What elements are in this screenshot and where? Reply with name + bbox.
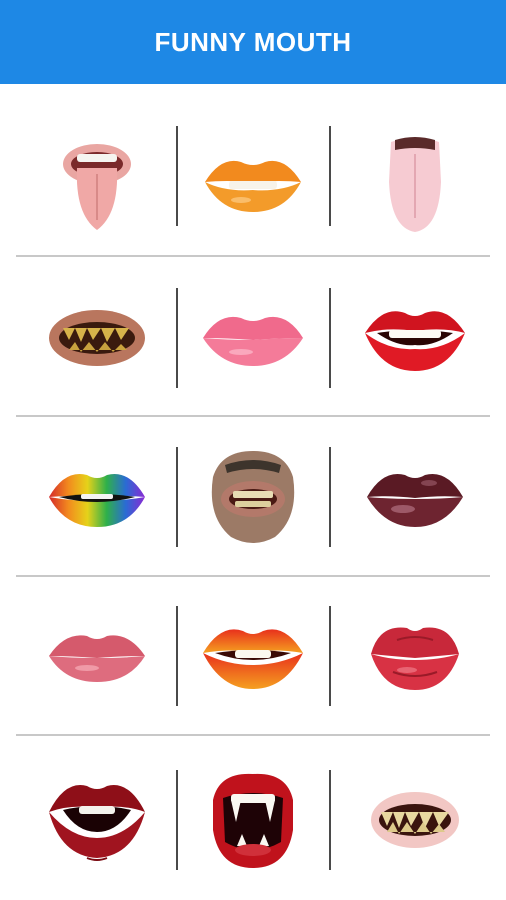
mouth-item[interactable] — [22, 417, 172, 577]
mouth-item[interactable] — [340, 104, 490, 264]
app-bar: FUNNY MOUTH — [0, 0, 506, 84]
row-divider — [16, 255, 490, 257]
orange-red-lips-icon — [203, 629, 303, 689]
mouth-item[interactable] — [340, 258, 490, 418]
mouth-row — [0, 104, 506, 264]
mouth-item[interactable] — [22, 740, 172, 900]
mouth-item[interactable] — [178, 104, 328, 264]
dark-glossy-lips-icon — [367, 473, 463, 527]
monster-teeth-icon — [371, 792, 459, 848]
mouth-item[interactable] — [178, 740, 328, 900]
mouth-row — [0, 740, 506, 900]
mouth-item[interactable] — [22, 576, 172, 736]
bearded-mouth-icon — [211, 451, 295, 543]
column-separator — [329, 770, 331, 870]
mouth-item[interactable] — [22, 258, 172, 418]
mouth-item[interactable] — [178, 576, 328, 736]
mouth-item[interactable] — [340, 576, 490, 736]
page-title: FUNNY MOUTH — [154, 26, 352, 57]
vampire-fangs-icon — [213, 773, 293, 868]
column-separator — [329, 288, 331, 388]
mouth-item[interactable] — [340, 417, 490, 577]
mouth-row — [0, 576, 506, 736]
tongue-icon — [389, 137, 441, 232]
column-separator — [329, 447, 331, 547]
mouth-row — [0, 417, 506, 577]
mouth-grid — [0, 84, 506, 900]
tongue-out-mouth-icon — [63, 144, 131, 230]
mouth-item[interactable] — [178, 258, 328, 418]
soft-pink-lips-icon — [49, 635, 145, 682]
mouth-row — [0, 258, 506, 418]
rotten-teeth-mouth-icon — [49, 310, 145, 366]
mouth-item[interactable] — [22, 104, 172, 264]
row-divider — [16, 734, 490, 736]
orange-lips-icon — [205, 160, 301, 212]
column-separator — [329, 606, 331, 706]
dark-red-open-lips-icon — [49, 785, 145, 861]
mouth-item[interactable] — [340, 740, 490, 900]
mouth-item[interactable] — [178, 417, 328, 577]
red-smiling-lips-icon — [365, 311, 465, 371]
rainbow-lips-icon — [49, 473, 145, 527]
red-kiss-lips-icon — [371, 627, 459, 690]
column-separator — [329, 126, 331, 226]
pink-lips-icon — [203, 316, 303, 366]
